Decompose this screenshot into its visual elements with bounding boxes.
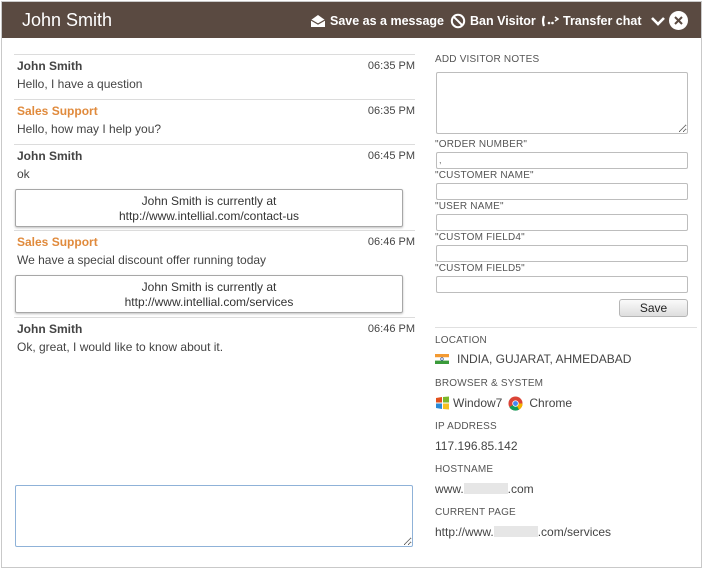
- visit-line-1: John Smith is currently at: [141, 280, 277, 294]
- custom-field5-field[interactable]: [436, 276, 688, 293]
- visitor-notes-label: ADD VISITOR NOTES: [435, 54, 540, 65]
- close-button[interactable]: [669, 11, 688, 30]
- message-text: We have a special discount offer running…: [17, 253, 267, 267]
- visit-url: http://www.intellial.com/contact-us: [118, 209, 300, 223]
- transfer-phone-icon: [541, 15, 559, 27]
- message-author: John Smith: [17, 59, 83, 73]
- transfer-chat-button[interactable]: Transfer chat: [541, 13, 642, 29]
- message-text: Ok, great, I would like to know about it…: [17, 340, 224, 354]
- message-compose-input[interactable]: [15, 485, 413, 547]
- location-label: LOCATION: [435, 335, 487, 346]
- save-notes-button[interactable]: Save: [619, 299, 688, 317]
- message-time: 06:35 PM: [367, 60, 415, 72]
- chevron-down-icon[interactable]: [650, 13, 666, 29]
- transfer-chat-label: Transfer chat: [563, 14, 642, 28]
- browser-value: Chrome: [529, 396, 573, 410]
- visitor-notes-input[interactable]: [436, 72, 688, 134]
- ban-visitor-button[interactable]: Ban Visitor: [450, 13, 536, 29]
- title-bar: John Smith Save as a message Ban Visitor: [2, 2, 701, 38]
- chat-message: John Smith 06:35 PM Hello, I have a ques…: [14, 54, 415, 94]
- hostname-label: HOSTNAME: [435, 464, 494, 475]
- custom-field4-label: "CUSTOM FIELD4": [435, 232, 525, 243]
- save-as-message-button[interactable]: Save as a message: [310, 13, 444, 29]
- visitor-navigation-notice: John Smith is currently at http://www.in…: [15, 275, 403, 313]
- divider: [435, 327, 697, 328]
- envelope-icon: [310, 15, 326, 27]
- visitor-name: John Smith: [22, 10, 113, 30]
- current-page-label: CURRENT PAGE: [435, 507, 516, 518]
- ip-address-label: IP ADDRESS: [435, 421, 497, 432]
- chat-window: John Smith Save as a message Ban Visitor: [1, 1, 702, 568]
- ban-icon: [450, 13, 466, 29]
- chat-message: John Smith 06:46 PM Ok, great, I would l…: [14, 317, 415, 357]
- message-author: John Smith: [17, 149, 83, 163]
- message-text: Hello, how may I help you?: [17, 122, 162, 136]
- os-value: Window7: [453, 396, 503, 410]
- current-page-suffix: .com/services: [537, 524, 612, 539]
- customer-name-label: "CUSTOMER NAME": [435, 170, 534, 181]
- chat-message: Sales Support 06:35 PM Hello, how may I …: [14, 99, 415, 139]
- current-page-value-row: http://www. .com/services: [435, 524, 611, 539]
- message-time: 06:46 PM: [367, 236, 415, 248]
- visit-url: http://www.intellial.com/services: [124, 295, 294, 309]
- browser-system-label: BROWSER & SYSTEM: [435, 378, 544, 389]
- location-value-row: INDIA, GUJARAT, AHMEDABAD: [435, 352, 631, 366]
- message-text: Hello, I have a question: [17, 77, 143, 91]
- chat-message: John Smith 06:45 PM ok: [14, 144, 415, 184]
- user-name-label: "USER NAME": [435, 201, 504, 212]
- redacted-block: [463, 483, 508, 494]
- india-flag-icon: [435, 354, 449, 364]
- redacted-block: [493, 526, 538, 537]
- chrome-icon: [508, 395, 523, 411]
- ip-address-value: 117.196.85.142: [435, 438, 518, 453]
- windows-icon: [436, 396, 449, 410]
- browser-system-row: Window7 Chrome: [435, 395, 572, 411]
- visit-line-1: John Smith is currently at: [141, 194, 277, 208]
- message-time: 06:46 PM: [367, 323, 415, 335]
- hostname-suffix: .com: [507, 481, 534, 496]
- message-text: ok: [17, 167, 30, 181]
- order-number-label: "ORDER NUMBER": [435, 139, 528, 150]
- message-time: 06:35 PM: [367, 105, 415, 117]
- ban-visitor-label: Ban Visitor: [470, 14, 536, 28]
- message-author: Sales Support: [17, 235, 98, 249]
- visitor-navigation-notice: John Smith is currently at http://www.in…: [15, 189, 403, 227]
- custom-field5-label: "CUSTOM FIELD5": [435, 263, 525, 274]
- message-time: 06:45 PM: [367, 150, 415, 162]
- order-number-field[interactable]: ,: [436, 152, 688, 169]
- close-icon: [674, 16, 683, 25]
- current-page-prefix: http://www.: [435, 524, 494, 539]
- hostname-prefix: www.: [435, 481, 464, 496]
- chat-message: Sales Support 06:46 PM We have a special…: [14, 230, 415, 270]
- message-author: John Smith: [17, 322, 83, 336]
- hostname-value-row: www. .com: [435, 481, 534, 496]
- user-name-field[interactable]: [436, 214, 688, 231]
- save-as-message-label: Save as a message: [330, 14, 444, 28]
- customer-name-field[interactable]: [436, 183, 688, 200]
- location-value: INDIA, GUJARAT, AHMEDABAD: [457, 352, 632, 366]
- message-author: Sales Support: [17, 104, 98, 118]
- custom-field4-field[interactable]: [436, 245, 688, 262]
